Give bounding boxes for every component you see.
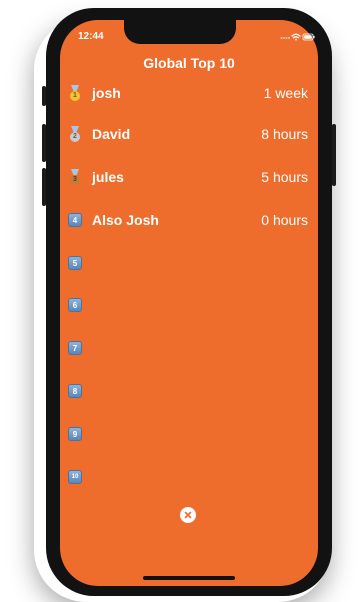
player-time: 5 hours	[261, 169, 308, 185]
keycap-9-icon: 9	[68, 427, 82, 441]
status-time: 12:44	[78, 31, 104, 42]
close-icon	[184, 511, 192, 519]
player-name: josh	[92, 85, 121, 101]
page-title: Global Top 10	[143, 55, 235, 71]
status-icons	[280, 30, 316, 42]
notch	[124, 20, 236, 44]
leaderboard-row-10: 10	[68, 464, 308, 490]
keycap-6-icon: 6	[68, 298, 82, 312]
power-button	[332, 124, 336, 186]
keycap-4-icon: 4	[68, 213, 82, 227]
leaderboard-row-4: 4 Also Josh 0 hours	[68, 207, 308, 233]
player-name: Also Josh	[92, 212, 159, 228]
bronze-medal-icon: 3	[68, 169, 82, 185]
player-time: 0 hours	[261, 212, 308, 228]
keycap-8-icon: 8	[68, 384, 82, 398]
battery-icon	[302, 33, 315, 41]
leaderboard-row-7: 7	[68, 335, 308, 361]
keycap-7-icon: 7	[68, 341, 82, 355]
leaderboard-row-1: 1 josh 1 week	[68, 80, 308, 106]
leaderboard-row-2: 2 David 8 hours	[68, 121, 308, 147]
player-time: 1 week	[263, 85, 308, 101]
keycap-10-icon: 10	[68, 470, 82, 484]
leaderboard-row-5: 5	[68, 250, 308, 276]
leaderboard-row-9: 9	[68, 421, 308, 447]
silver-medal-icon: 2	[68, 126, 82, 142]
keycap-5-icon: 5	[68, 256, 82, 270]
gold-medal-icon: 1	[68, 85, 82, 101]
leaderboard-row-8: 8	[68, 378, 308, 404]
mute-switch	[42, 86, 46, 106]
player-time: 8 hours	[261, 126, 308, 142]
signal-icon	[280, 37, 290, 39]
close-button[interactable]	[180, 507, 196, 523]
volume-up-button	[42, 124, 46, 162]
leaderboard-row-6: 6	[68, 292, 308, 318]
home-indicator[interactable]	[143, 576, 235, 580]
leaderboard-row-3: 3 jules 5 hours	[68, 164, 308, 190]
player-name: jules	[92, 169, 124, 185]
volume-down-button	[42, 168, 46, 206]
wifi-icon	[291, 33, 301, 41]
player-name: David	[92, 126, 131, 142]
